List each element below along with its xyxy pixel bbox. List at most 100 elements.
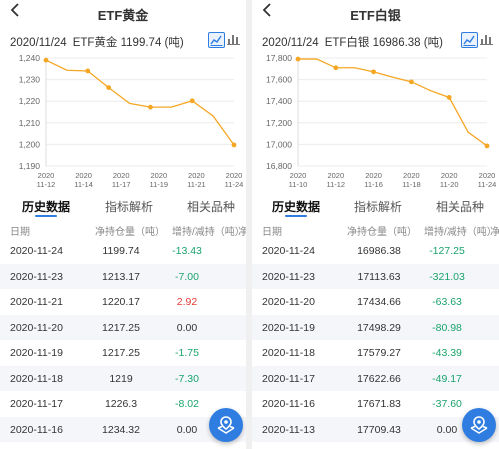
- table-row[interactable]: 2020-11-20 17434.66 -63.63: [252, 289, 499, 315]
- x-tick-label: 11-12: [326, 180, 345, 188]
- x-tick-label: 11-24: [225, 180, 244, 188]
- x-tick-label: 11-21: [187, 180, 206, 188]
- x-tick-label: 2020: [188, 171, 205, 180]
- table-header: 日期 净持仓量（吨） 增持/减持（吨）净: [252, 218, 499, 238]
- table-row[interactable]: 2020-11-18 17579.27 -43.39: [252, 340, 499, 366]
- x-tick-label: 2020: [403, 171, 420, 180]
- row-date: 2020-11-18: [10, 372, 63, 385]
- row-change: -37.60: [432, 398, 462, 410]
- row-holding: 17709.43: [357, 423, 401, 436]
- column-header: 日期: [10, 227, 30, 238]
- x-tick-label: 2020: [441, 171, 458, 180]
- page-title: ETF白银: [350, 8, 401, 23]
- row-change: 0.00: [176, 423, 198, 436]
- x-tick-label: 11-24: [478, 180, 497, 188]
- tab-indicators[interactable]: 指标解析: [354, 198, 402, 215]
- row-holding: 1226.3: [104, 398, 138, 410]
- tab-history[interactable]: 历史数据: [22, 198, 70, 215]
- history-table: 2020-11-24 16986.38 -127.25 2020-11-23 17113…: [252, 238, 499, 442]
- tab-indicators[interactable]: 指标解析: [105, 198, 153, 215]
- row-date: 2020-11-24: [262, 245, 315, 257]
- bar-chart-icon[interactable]: [226, 32, 241, 46]
- y-tick-label: 1,240: [19, 53, 41, 63]
- tab-bar: 历史数据 指标解析 相关品种: [0, 196, 246, 218]
- row-change: -7.30: [175, 372, 199, 385]
- row-holding: 1234.32: [102, 423, 140, 436]
- column-header: 增持/减持（吨）: [172, 227, 245, 238]
- row-date: 2020-11-19: [262, 321, 315, 334]
- y-tick-label: 17,400: [266, 96, 292, 106]
- data-point: [189, 98, 195, 104]
- column-header: 净: [490, 227, 499, 238]
- row-date: 2020-11-21: [10, 296, 63, 308]
- row-holding: 17498.29: [357, 321, 401, 334]
- row-date: 2020-11-16: [262, 398, 315, 410]
- row-change: -321.03: [429, 270, 465, 283]
- table-row[interactable]: 2020-11-18 1219 -7.30: [0, 365, 246, 391]
- row-holding: 16986.38: [357, 245, 401, 257]
- row-date: 2020-11-20: [10, 321, 63, 334]
- x-tick-label: 11-17: [112, 180, 131, 188]
- x-tick-label: 11-14: [74, 180, 93, 188]
- active-tab-indicator: [285, 215, 307, 217]
- x-tick-label: 11-10: [289, 180, 308, 188]
- table-row[interactable]: 2020-11-23 17113.63 -321.03: [252, 263, 499, 289]
- table-row[interactable]: 2020-11-17 1226.3 -8.02: [0, 391, 246, 417]
- data-point: [106, 85, 112, 90]
- series-line: [298, 58, 488, 147]
- row-date: 2020-11-17: [10, 398, 63, 410]
- map-locate-icon: [217, 416, 235, 434]
- table-row[interactable]: 2020-11-17 17622.66 -49.17: [252, 365, 499, 391]
- line-chart-icon[interactable]: [461, 32, 478, 48]
- table-row[interactable]: 2020-11-23 1213.17 -7.00: [0, 263, 246, 289]
- x-tick-label: 2020: [113, 171, 130, 180]
- row-holding: 17622.66: [357, 372, 401, 385]
- table-row[interactable]: 2020-11-16 17671.83 -37.60: [252, 391, 499, 417]
- history-table: 2020-11-24 1199.74 -13.43 2020-11-23 1213.17…: [0, 238, 246, 442]
- y-tick-label: 17,600: [266, 75, 292, 85]
- column-header: 净: [238, 227, 246, 238]
- row-date: 2020-11-20: [262, 296, 315, 308]
- data-point: [148, 104, 153, 110]
- holding-line-chart: 17,80017,60017,40017,20017,00016,8002020…: [266, 53, 497, 188]
- row-change: 0.00: [176, 321, 198, 334]
- x-tick-label: 2020: [290, 171, 307, 180]
- table-row[interactable]: 2020-11-24 16986.38 -127.25: [252, 238, 499, 264]
- floating-action-button[interactable]: [462, 408, 496, 442]
- data-point: [43, 57, 49, 63]
- page-title: ETF黄金: [97, 8, 149, 23]
- table-row[interactable]: 2020-11-19 17498.29 -80.98: [252, 314, 499, 340]
- row-change: -63.63: [432, 296, 462, 308]
- series-line: [45, 59, 235, 146]
- tab-history[interactable]: 历史数据: [272, 198, 320, 215]
- row-holding: 17113.63: [357, 270, 401, 283]
- table-header: 日期 净持仓量（吨） 增持/减持（吨）净: [0, 218, 246, 238]
- table-row[interactable]: 2020-11-21 1220.17 2.92: [0, 289, 246, 315]
- row-change: -7.00: [175, 270, 199, 283]
- x-tick-label: 2020: [479, 171, 496, 180]
- floating-action-button[interactable]: [209, 408, 243, 442]
- table-row[interactable]: 2020-11-19 1217.25 -1.75: [0, 340, 246, 366]
- x-tick-label: 2020: [38, 171, 55, 180]
- row-holding: 1217.25: [102, 347, 140, 359]
- x-tick-label: 11-12: [37, 180, 56, 188]
- table-row[interactable]: 2020-11-24 1199.74 -13.43: [0, 238, 246, 264]
- table-row[interactable]: 2020-11-20 1217.25 0.00: [0, 314, 246, 340]
- row-holding: 17671.83: [357, 398, 401, 410]
- data-point: [446, 95, 452, 100]
- x-tick-label: 2020: [150, 171, 167, 180]
- line-chart-icon[interactable]: [208, 32, 225, 48]
- holding-line-chart: 1,2401,2301,2201,2101,2001,190202011-122…: [19, 53, 244, 188]
- tab-related[interactable]: 相关品种: [436, 198, 484, 215]
- row-holding: 17434.66: [357, 296, 401, 308]
- tab-related[interactable]: 相关品种: [187, 198, 235, 215]
- data-point: [295, 56, 301, 62]
- row-change: -13.43: [172, 245, 202, 257]
- y-tick-label: 17,200: [266, 118, 292, 128]
- row-holding: 1199.74: [102, 245, 140, 257]
- x-tick-label: 2020: [365, 171, 382, 180]
- row-change: -127.25: [429, 245, 465, 257]
- x-tick-label: 11-16: [364, 180, 383, 188]
- tab-bar: 历史数据 指标解析 相关品种: [252, 196, 499, 218]
- bar-chart-icon[interactable]: [479, 32, 494, 46]
